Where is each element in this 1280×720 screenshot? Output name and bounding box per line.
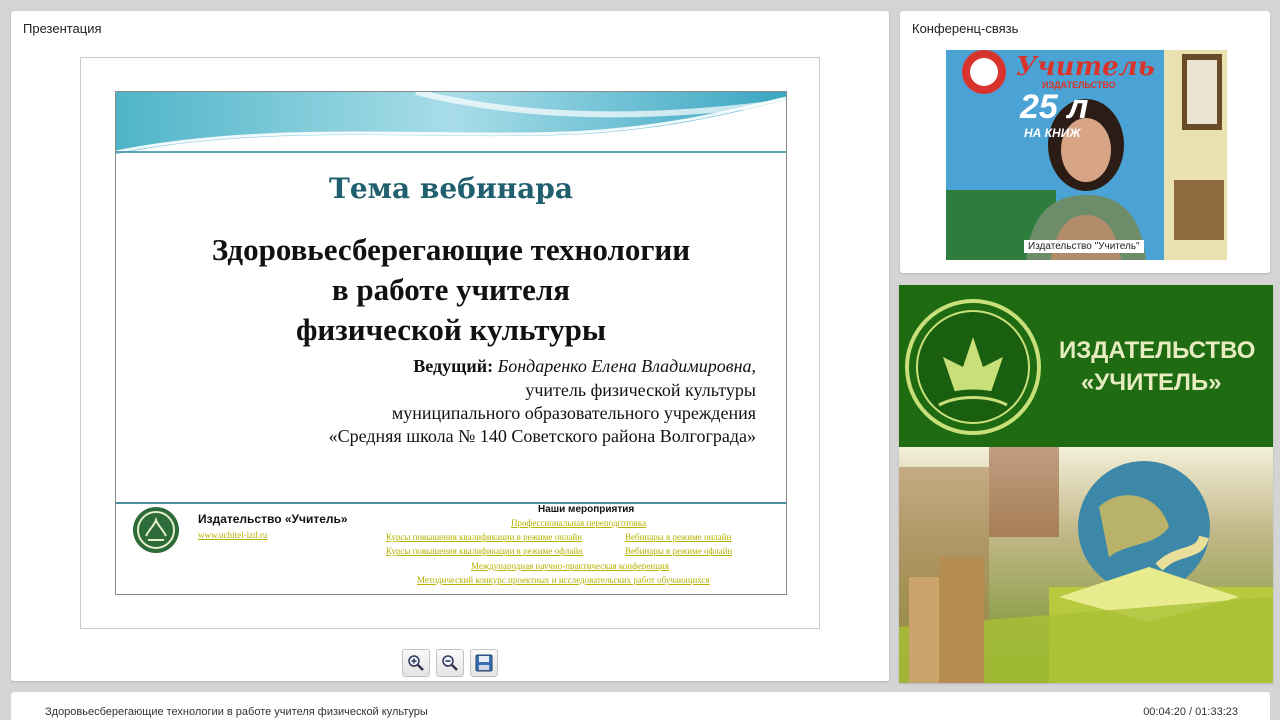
presentation-panel: Презентация Тема вебинара Здоровьесберег… (11, 11, 889, 681)
footer-event-link[interactable]: Курсы повышения квалификации в режиме он… (386, 532, 582, 542)
banner-books-globe-image (899, 447, 1273, 683)
footer-event-link[interactable]: Профессиональная переподготовка (511, 518, 646, 528)
footer-event-link[interactable]: Международная научно-практическая конфер… (471, 561, 669, 571)
footer-event-link[interactable]: Вебинары в режиме офлайн (625, 546, 732, 556)
video-bg-years: 25 л (1020, 88, 1089, 126)
playback-time: 00:04:20 / 01:33:23 (1143, 706, 1238, 718)
slide: Тема вебинара Здоровьесберегающие технол… (115, 91, 787, 595)
footer-event-link[interactable]: Вебинары в режиме онлайн (625, 532, 731, 542)
footer-event-link[interactable]: Методический конкурс проектных и исследо… (417, 575, 710, 585)
conference-panel: Конференц-связь Учитель ИЗДАТЕЛЬСТВО 25 … (900, 11, 1270, 273)
presenter-position: учитель физической культуры (525, 380, 756, 400)
slide-frame: Тема вебинара Здоровьесберегающие технол… (80, 57, 820, 629)
slide-footer-divider (116, 502, 786, 504)
status-bar: Здоровьесберегающие технологии в работе … (11, 692, 1270, 720)
publisher-banner: ИЗДАТЕЛЬСТВО «УЧИТЕЛЬ» (899, 285, 1273, 683)
slide-heading-line-1: Здоровьесберегающие технологии (211, 232, 691, 267)
presenter-institution: муниципального образовательного учрежден… (391, 403, 756, 423)
zoom-in-button[interactable] (402, 649, 430, 677)
slide-title: Тема вебинара (329, 172, 573, 205)
banner-logo-icon (905, 299, 1041, 435)
footer-publisher: Издательство «Учитель» (198, 512, 348, 526)
video-participant-label: Издательство "Учитель" (1024, 240, 1144, 253)
video-bg-brand: Учитель (1016, 52, 1155, 82)
zoom-out-button[interactable] (436, 649, 464, 677)
save-icon (475, 654, 493, 672)
zoom-in-icon (408, 655, 424, 671)
publisher-logo-icon (133, 507, 179, 553)
footer-event-link[interactable]: Курсы повышения квалификации в режиме оф… (386, 546, 583, 556)
banner-title-line-1: ИЗДАТЕЛЬСТВО (1059, 337, 1256, 364)
presenter-school: «Средняя школа № 140 Советского района В… (328, 426, 756, 446)
footer-events-title: Наши мероприятия (538, 504, 635, 515)
footer-website-link[interactable]: www.uchitel-izd.ru (198, 530, 267, 540)
presenter-label: Ведущий: (413, 356, 494, 376)
video-feed[interactable]: Учитель ИЗДАТЕЛЬСТВО 25 л НА КНИЖ Издате… (946, 50, 1227, 260)
presenter-name: Бондаренко Елена Владимировна, (497, 356, 756, 376)
save-button[interactable] (470, 649, 498, 677)
presenter-line: Ведущий: Бондаренко Елена Владимировна, (413, 356, 756, 377)
slide-wave-header (116, 92, 786, 167)
banner-title-line-2: «УЧИТЕЛЬ» (1081, 369, 1222, 396)
conference-panel-title: Конференц-связь (912, 21, 1019, 36)
webinar-title: Здоровьесберегающие технологии в работе … (45, 706, 428, 718)
video-bg-years-sub: НА КНИЖ (1024, 126, 1081, 140)
zoom-out-icon (442, 655, 458, 671)
presentation-panel-title: Презентация (23, 21, 102, 36)
slide-heading-line-3: физической культуры (295, 312, 607, 347)
slide-heading-line-2: в работе учителя (331, 272, 571, 307)
